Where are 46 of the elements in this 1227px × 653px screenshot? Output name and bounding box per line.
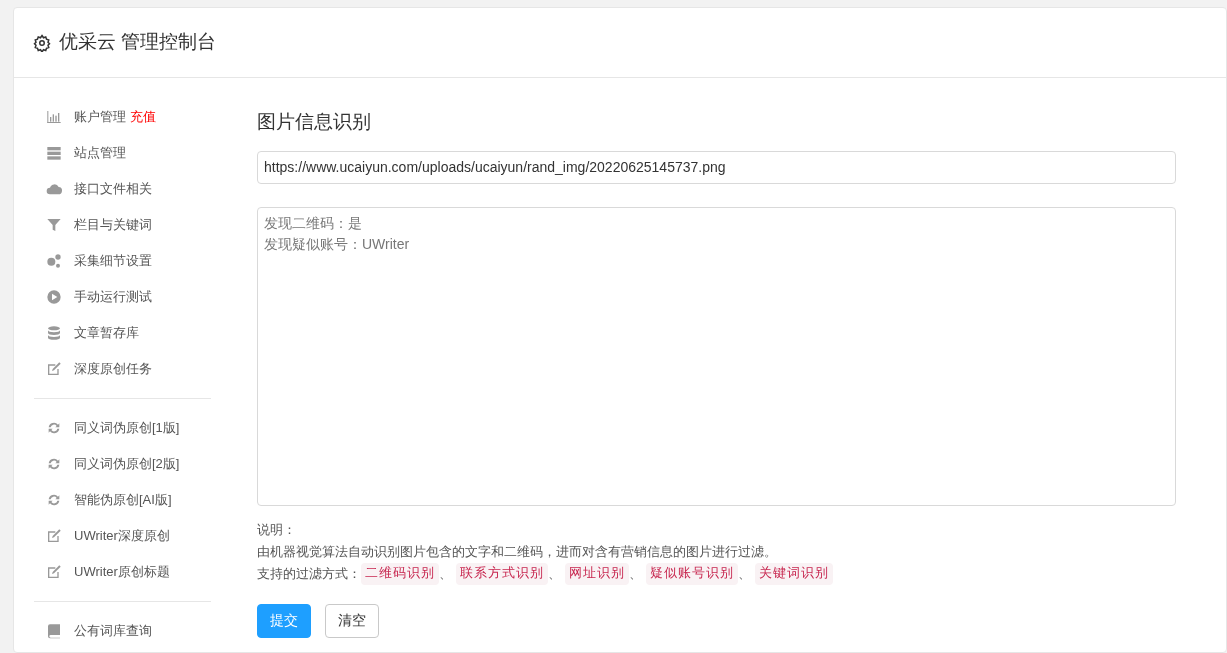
refresh-icon [46, 456, 62, 472]
refresh-icon [46, 492, 62, 508]
notes-heading: 说明： [257, 520, 297, 539]
separator: 、 [738, 564, 751, 583]
server-icon [46, 145, 62, 161]
sidebar-item[interactable]: 手动运行测试 [46, 287, 152, 307]
section-title: 图片信息识别 [257, 110, 372, 134]
separator: 、 [439, 564, 452, 583]
recharge-link[interactable]: 充值 [130, 107, 156, 127]
cloud-icon [46, 181, 62, 197]
sidebar-item[interactable]: 智能伪原创[AI版] [46, 490, 172, 510]
sidebar-item[interactable]: 公有词库查询 [46, 621, 152, 641]
sidebar-item[interactable]: 同义词伪原创[2版] [46, 454, 180, 474]
sidebar-item[interactable]: 采集细节设置 [46, 251, 152, 271]
app-title: 优采云 管理控制台 [59, 30, 217, 55]
sidebar-item[interactable]: 账户管理 [46, 107, 126, 127]
result-textarea[interactable]: 发现二维码：是 发现疑似账号：UWriter [257, 206, 1176, 506]
sidebar-item[interactable]: 文章暂存库 [46, 323, 139, 343]
method-tag: 联系方式识别 [456, 562, 548, 585]
method-tag: 二维码识别 [361, 562, 439, 585]
sidebar-item[interactable]: 同义词伪原创[1版] [46, 418, 180, 438]
filter-icon [46, 217, 62, 233]
sidebar-item[interactable]: 栏目与关键词 [46, 215, 152, 235]
edit-icon [46, 361, 62, 377]
sidebar-item[interactable]: 接口文件相关 [46, 179, 152, 199]
separator: 、 [629, 564, 642, 583]
url-field[interactable]: https://www.ucaiyun.com/uploads/ucaiyun/rand_img/20220625145737.png [257, 150, 1176, 184]
sidebar-item[interactable]: 深度原创任务 [46, 359, 152, 379]
settings-icon [33, 33, 51, 52]
book-icon [46, 623, 62, 639]
edit-icon [46, 564, 62, 580]
bar-chart-icon [46, 109, 62, 125]
method-tag: 疑似账号识别 [646, 562, 738, 585]
sidebar-item[interactable]: 站点管理 [46, 143, 126, 163]
notes-description: 由机器视觉算法自动识别图片包含的文字和二维码，进而对含有营销信息的图片进行过滤。 [257, 542, 778, 561]
database-icon [46, 325, 62, 341]
method-tag: 关键词识别 [755, 562, 833, 585]
refresh-icon [46, 420, 62, 436]
method-tag: 网址识别 [565, 562, 629, 585]
play-icon [46, 289, 62, 305]
clear-button[interactable]: 清空 [325, 603, 379, 638]
separator: 、 [548, 564, 561, 583]
edit-icon [46, 528, 62, 544]
filter-methods-label: 支持的过滤方式： [257, 564, 361, 583]
sidebar-item[interactable]: UWriter深度原创 [46, 526, 170, 546]
sidebar-item[interactable]: UWriter原创标题 [46, 562, 170, 582]
